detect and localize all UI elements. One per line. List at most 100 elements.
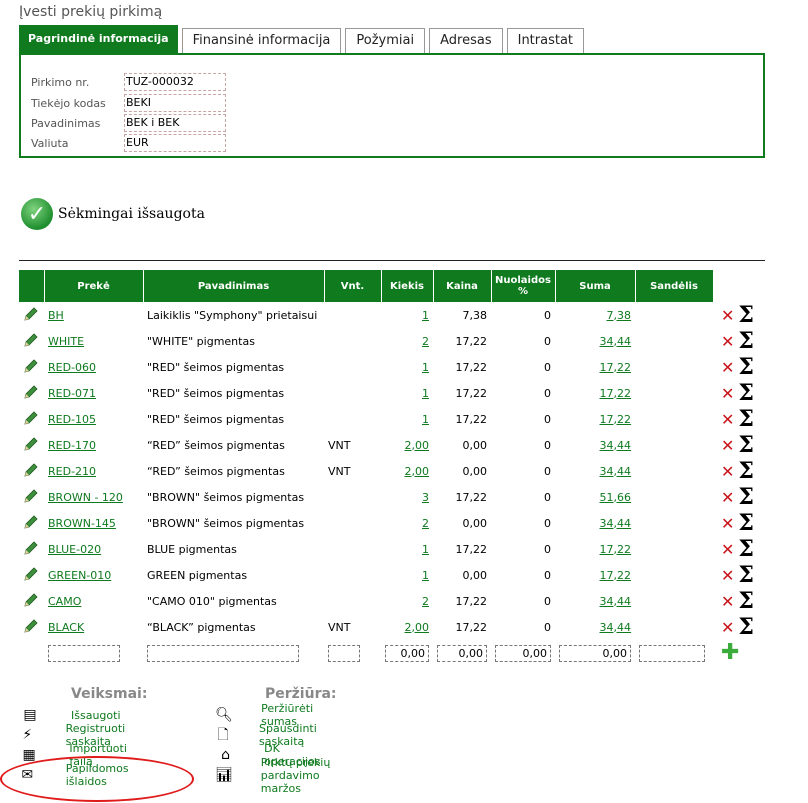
- sigma-icon[interactable]: Σ: [738, 382, 754, 404]
- new-item-code-input[interactable]: [48, 644, 120, 662]
- delete-icon[interactable]: ✕: [721, 410, 734, 429]
- item-code-link[interactable]: RED-060: [48, 361, 96, 374]
- item-code-link[interactable]: BH: [48, 309, 64, 322]
- delete-icon[interactable]: ✕: [721, 384, 734, 403]
- sigma-icon[interactable]: Σ: [738, 330, 754, 352]
- delete-icon[interactable]: ✕: [721, 462, 734, 481]
- item-code-link[interactable]: RED-105: [48, 413, 96, 426]
- sigma-icon[interactable]: Σ: [738, 564, 754, 586]
- item-sum-link[interactable]: 51,66: [600, 491, 632, 504]
- item-code-link[interactable]: RED-170: [48, 439, 96, 452]
- new-item-qty-input[interactable]: 0,00: [385, 644, 429, 662]
- action-additional-costs[interactable]: ✉ Papildomos išlaidos: [19, 762, 147, 788]
- item-sum-link[interactable]: 17,22: [600, 387, 632, 400]
- pencil-icon[interactable]: [23, 462, 39, 478]
- new-item-warehouse-input[interactable]: [639, 644, 705, 662]
- pencil-icon[interactable]: [23, 592, 39, 608]
- item-sum-link[interactable]: 34,44: [600, 439, 632, 452]
- view-margins[interactable]: 📊︎ Pirktų prekių pardavimo maržos: [215, 756, 337, 795]
- item-qty-link[interactable]: 2: [422, 335, 429, 348]
- column-header-name[interactable]: Pavadinimas: [143, 270, 325, 302]
- currency-field[interactable]: EUR: [124, 134, 226, 152]
- tab-financial-info[interactable]: Finansinė informacija: [181, 28, 342, 53]
- item-sum-link[interactable]: 34,44: [600, 335, 632, 348]
- sigma-icon[interactable]: Σ: [738, 616, 754, 638]
- pencil-icon[interactable]: [23, 618, 39, 634]
- sigma-icon[interactable]: Σ: [738, 590, 754, 612]
- delete-icon[interactable]: ✕: [721, 306, 734, 325]
- pencil-icon[interactable]: [23, 514, 39, 530]
- item-qty-link[interactable]: 3: [422, 491, 429, 504]
- tab-main-info[interactable]: Pagrindinė informacija: [19, 25, 178, 53]
- item-sum-link[interactable]: 34,44: [600, 465, 632, 478]
- sigma-icon[interactable]: Σ: [738, 486, 754, 508]
- delete-icon[interactable]: ✕: [721, 332, 734, 351]
- delete-icon[interactable]: ✕: [721, 566, 734, 585]
- tab-attributes[interactable]: Požymiai: [345, 28, 426, 53]
- tab-intrastat[interactable]: Intrastat: [506, 28, 585, 53]
- pencil-icon[interactable]: [23, 358, 39, 374]
- delete-icon[interactable]: ✕: [721, 358, 734, 377]
- action-save-label[interactable]: Išsaugoti: [71, 709, 121, 722]
- item-sum-link[interactable]: 34,44: [600, 621, 632, 634]
- item-qty-link[interactable]: 1: [422, 413, 429, 426]
- item-qty-link[interactable]: 1: [422, 309, 429, 322]
- item-sum-link[interactable]: 17,22: [600, 413, 632, 426]
- sigma-icon[interactable]: Σ: [738, 408, 754, 430]
- item-qty-link[interactable]: 2,00: [405, 439, 430, 452]
- pencil-icon[interactable]: [23, 540, 39, 556]
- pencil-icon[interactable]: [23, 566, 39, 582]
- item-code-link[interactable]: BLUE-020: [48, 543, 101, 556]
- view-margins-label[interactable]: Pirktų prekių pardavimo maržos: [261, 756, 337, 795]
- new-item-discount-input[interactable]: 0,00: [495, 644, 551, 662]
- column-header-discount[interactable]: Nuolaidos %: [491, 270, 556, 302]
- add-icon[interactable]: ✚: [717, 640, 739, 665]
- supplier-code-field[interactable]: BEKI: [124, 94, 226, 112]
- item-code-link[interactable]: BROWN - 120: [48, 491, 123, 504]
- item-sum-link[interactable]: 34,44: [600, 595, 632, 608]
- sigma-icon[interactable]: Σ: [738, 460, 754, 482]
- pencil-icon[interactable]: [23, 410, 39, 426]
- pencil-icon[interactable]: [23, 332, 39, 348]
- item-sum-link[interactable]: 17,22: [600, 361, 632, 374]
- column-header-unit[interactable]: Vnt.: [324, 270, 382, 302]
- column-header-quantity[interactable]: Kiekis: [381, 270, 434, 302]
- column-header-item[interactable]: Prekė: [44, 270, 144, 302]
- delete-icon[interactable]: ✕: [721, 540, 734, 559]
- item-sum-link[interactable]: 34,44: [600, 517, 632, 530]
- new-item-name-input[interactable]: [147, 644, 299, 662]
- sigma-icon[interactable]: Σ: [738, 434, 754, 456]
- column-header-warehouse[interactable]: Sandėlis: [635, 270, 714, 302]
- new-item-sum-input[interactable]: 0,00: [559, 644, 631, 662]
- delete-icon[interactable]: ✕: [721, 436, 734, 455]
- sigma-icon[interactable]: Σ: [738, 356, 754, 378]
- sigma-icon[interactable]: Σ: [738, 512, 754, 534]
- sigma-icon[interactable]: Σ: [738, 304, 754, 326]
- column-header-sum[interactable]: Suma: [555, 270, 636, 302]
- item-code-link[interactable]: RED-210: [48, 465, 96, 478]
- item-code-link[interactable]: WHITE: [48, 335, 84, 348]
- sigma-icon[interactable]: Σ: [738, 538, 754, 560]
- new-item-unit-input[interactable]: [328, 644, 360, 662]
- delete-icon[interactable]: ✕: [721, 618, 734, 637]
- item-code-link[interactable]: BLACK: [48, 621, 84, 634]
- delete-icon[interactable]: ✕: [721, 592, 734, 611]
- item-qty-link[interactable]: 2: [422, 595, 429, 608]
- tab-address[interactable]: Adresas: [429, 28, 503, 53]
- pencil-icon[interactable]: [23, 384, 39, 400]
- delete-icon[interactable]: ✕: [721, 514, 734, 533]
- item-qty-link[interactable]: 2,00: [405, 465, 430, 478]
- new-item-price-input[interactable]: 0,00: [437, 644, 487, 662]
- item-code-link[interactable]: RED-071: [48, 387, 96, 400]
- item-qty-link[interactable]: 1: [422, 543, 429, 556]
- pencil-icon[interactable]: [23, 306, 39, 322]
- pencil-icon[interactable]: [23, 488, 39, 504]
- purchase-number-field[interactable]: TUZ-000032: [124, 73, 226, 91]
- item-sum-link[interactable]: 17,22: [600, 543, 632, 556]
- supplier-name-field[interactable]: BEK i BEK: [124, 114, 226, 132]
- pencil-icon[interactable]: [23, 436, 39, 452]
- item-sum-link[interactable]: 17,22: [600, 569, 632, 582]
- item-code-link[interactable]: GREEN-010: [48, 569, 111, 582]
- column-header-price[interactable]: Kaina: [433, 270, 492, 302]
- item-qty-link[interactable]: 1: [422, 361, 429, 374]
